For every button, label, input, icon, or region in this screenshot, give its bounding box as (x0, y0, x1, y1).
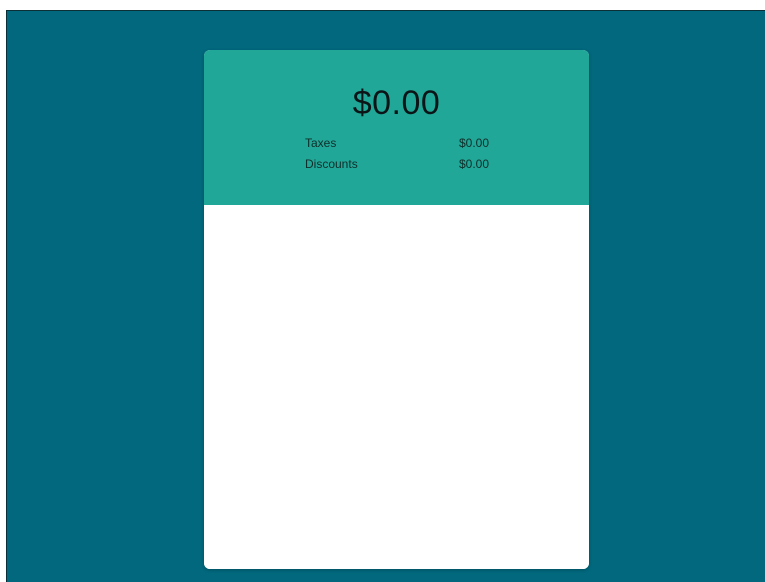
discounts-label: Discounts (305, 157, 358, 171)
order-summary-card: $0.00 Taxes $0.00 Discounts $0.00 (204, 50, 589, 569)
items-list-area (204, 205, 589, 569)
taxes-value: $0.00 (458, 136, 489, 150)
total-amount: $0.00 (352, 84, 441, 122)
discounts-value: $0.00 (458, 157, 489, 171)
taxes-row: Taxes $0.00 (305, 134, 489, 152)
summary-header: $0.00 Taxes $0.00 Discounts $0.00 (204, 50, 589, 205)
app-background: $0.00 Taxes $0.00 Discounts $0.00 (6, 10, 765, 582)
taxes-label: Taxes (305, 136, 337, 150)
discounts-row: Discounts $0.00 (305, 155, 489, 173)
